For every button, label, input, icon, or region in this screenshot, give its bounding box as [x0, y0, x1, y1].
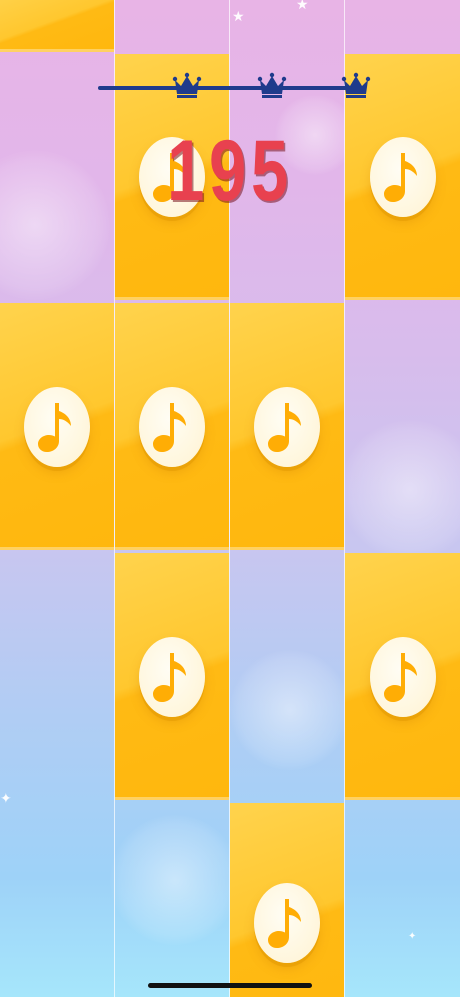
music-note-icon [139, 386, 205, 467]
piano-tile[interactable] [115, 303, 229, 550]
sparkle-icon: ★ [296, 0, 309, 13]
progress-track [98, 86, 358, 90]
bokeh-decoration [340, 420, 460, 560]
sparkle-icon: ★ [232, 9, 245, 25]
score-counter: 195 [167, 123, 293, 219]
crown-icon [341, 72, 371, 98]
crown-icon [257, 72, 287, 98]
piano-tile[interactable] [345, 553, 460, 800]
music-note-icon [139, 636, 205, 717]
piano-tile[interactable] [230, 303, 344, 550]
song-progress-bar [98, 66, 372, 102]
sparkle-icon: ✦ [0, 791, 12, 807]
home-indicator[interactable] [148, 983, 312, 988]
piano-tile[interactable] [115, 553, 229, 800]
crown-icon [172, 72, 202, 98]
game-board[interactable]: ★ ★ ✦ ✦ ✦ [0, 0, 460, 997]
piano-tile[interactable] [0, 0, 114, 52]
music-note-icon [254, 883, 320, 963]
music-note-icon [254, 386, 320, 467]
music-note-icon [24, 386, 90, 467]
music-note-icon [369, 636, 436, 717]
sparkle-icon: ✦ [408, 931, 417, 942]
piano-tile[interactable] [230, 803, 344, 997]
bokeh-decoration [110, 815, 240, 945]
piano-tile[interactable] [0, 303, 114, 550]
bokeh-decoration [230, 650, 350, 770]
